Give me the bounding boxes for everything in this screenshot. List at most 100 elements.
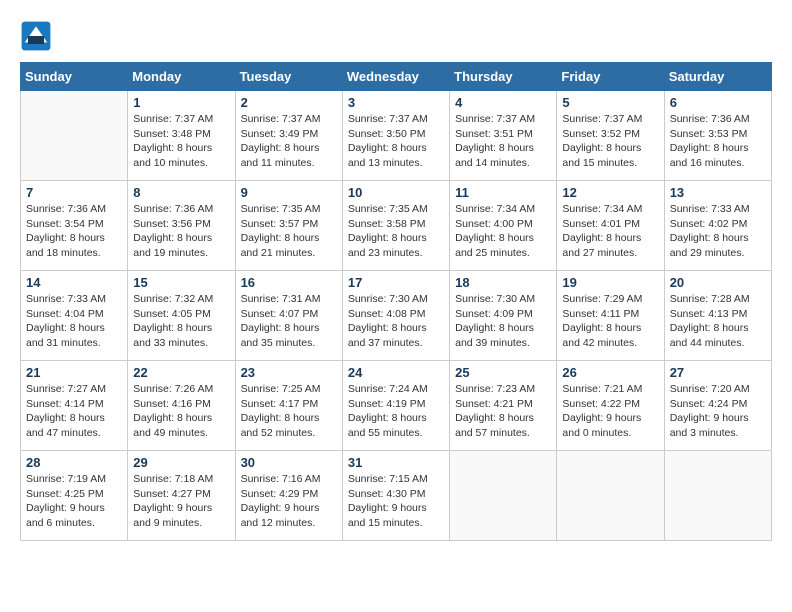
calendar-cell: 24Sunrise: 7:24 AMSunset: 4:19 PMDayligh…	[342, 361, 449, 451]
calendar-cell: 5 Sunrise: 7:37 AMSunset: 3:52 PMDaylight…	[557, 91, 664, 181]
logo-icon	[20, 20, 52, 52]
day-number: 20	[670, 275, 766, 290]
day-number: 24	[348, 365, 444, 380]
day-number: 30	[241, 455, 337, 470]
calendar-cell: 21 Sunrise: 7:27 AMSunset: 4:14 PMDayligh…	[21, 361, 128, 451]
day-number: 22	[133, 365, 229, 380]
day-number: 23	[241, 365, 337, 380]
calendar-cell: 7 Sunrise: 7:36 AMSunset: 3:54 PMDaylight…	[21, 181, 128, 271]
day-number: 18	[455, 275, 551, 290]
calendar-week-row: 7 Sunrise: 7:36 AMSunset: 3:54 PMDaylight…	[21, 181, 772, 271]
calendar-cell: 23 Sunrise: 7:25 AMSunset: 4:17 PMDayligh…	[235, 361, 342, 451]
calendar-cell: 30 Sunrise: 7:16 AMSunset: 4:29 PMDayligh…	[235, 451, 342, 541]
calendar-table: SundayMondayTuesdayWednesdayThursdayFrid…	[20, 62, 772, 541]
day-number: 4	[455, 95, 551, 110]
day-number: 25	[455, 365, 551, 380]
calendar-cell: 27Sunrise: 7:20 AMSunset: 4:24 PMDayligh…	[664, 361, 771, 451]
day-number: 10	[348, 185, 444, 200]
day-number: 15	[133, 275, 229, 290]
weekday-header: Monday	[128, 63, 235, 91]
calendar-header-row: SundayMondayTuesdayWednesdayThursdayFrid…	[21, 63, 772, 91]
day-number: 19	[562, 275, 658, 290]
calendar-cell: 4 Sunrise: 7:37 AMSunset: 3:51 PMDaylight…	[450, 91, 557, 181]
day-info: Sunrise: 7:35 AMSunset: 3:58 PMDaylight:…	[348, 202, 444, 261]
day-info: Sunrise: 7:30 AMSunset: 4:08 PMDaylight:…	[348, 292, 444, 351]
logo	[20, 20, 56, 52]
calendar-cell: 10 Sunrise: 7:35 AMSunset: 3:58 PMDayligh…	[342, 181, 449, 271]
calendar-cell: 15 Sunrise: 7:32 AMSunset: 4:05 PMDayligh…	[128, 271, 235, 361]
page-header	[20, 20, 772, 52]
weekday-header: Sunday	[21, 63, 128, 91]
calendar-cell: 9 Sunrise: 7:35 AMSunset: 3:57 PMDaylight…	[235, 181, 342, 271]
day-number: 11	[455, 185, 551, 200]
calendar-cell: 31 Sunrise: 7:15 AMSunset: 4:30 PMDayligh…	[342, 451, 449, 541]
day-number: 12	[562, 185, 658, 200]
calendar-cell	[557, 451, 664, 541]
calendar-cell	[21, 91, 128, 181]
calendar-cell: 2 Sunrise: 7:37 AMSunset: 3:49 PMDaylight…	[235, 91, 342, 181]
day-info: Sunrise: 7:37 AMSunset: 3:51 PMDaylight:…	[455, 112, 551, 171]
weekday-header: Thursday	[450, 63, 557, 91]
day-number: 26	[562, 365, 658, 380]
day-info: Sunrise: 7:32 AMSunset: 4:05 PMDaylight:…	[133, 292, 229, 351]
calendar-cell	[664, 451, 771, 541]
day-number: 29	[133, 455, 229, 470]
day-number: 31	[348, 455, 444, 470]
day-info: Sunrise: 7:29 AMSunset: 4:11 PMDaylight:…	[562, 292, 658, 351]
day-info: Sunrise: 7:37 AMSunset: 3:48 PMDaylight:…	[133, 112, 229, 171]
day-number: 9	[241, 185, 337, 200]
calendar-cell: 20 Sunrise: 7:28 AMSunset: 4:13 PMDayligh…	[664, 271, 771, 361]
day-info: Sunrise: 7:28 AMSunset: 4:13 PMDaylight:…	[670, 292, 766, 351]
calendar-cell: 6Sunrise: 7:36 AMSunset: 3:53 PMDaylight…	[664, 91, 771, 181]
day-info: Sunrise: 7:34 AMSunset: 4:01 PMDaylight:…	[562, 202, 658, 261]
day-number: 1	[133, 95, 229, 110]
day-info: Sunrise: 7:21 AMSunset: 4:22 PMDaylight:…	[562, 382, 658, 441]
day-info: Sunrise: 7:33 AMSunset: 4:04 PMDaylight:…	[26, 292, 122, 351]
day-number: 21	[26, 365, 122, 380]
day-number: 7	[26, 185, 122, 200]
day-number: 16	[241, 275, 337, 290]
calendar-cell: 18Sunrise: 7:30 AMSunset: 4:09 PMDayligh…	[450, 271, 557, 361]
weekday-header: Wednesday	[342, 63, 449, 91]
day-info: Sunrise: 7:23 AMSunset: 4:21 PMDaylight:…	[455, 382, 551, 441]
calendar-week-row: 21 Sunrise: 7:27 AMSunset: 4:14 PMDayligh…	[21, 361, 772, 451]
weekday-header: Friday	[557, 63, 664, 91]
day-info: Sunrise: 7:26 AMSunset: 4:16 PMDaylight:…	[133, 382, 229, 441]
weekday-header: Saturday	[664, 63, 771, 91]
calendar-week-row: 28Sunrise: 7:19 AMSunset: 4:25 PMDayligh…	[21, 451, 772, 541]
weekday-header: Tuesday	[235, 63, 342, 91]
calendar-cell: 14Sunrise: 7:33 AMSunset: 4:04 PMDayligh…	[21, 271, 128, 361]
calendar-cell: 29 Sunrise: 7:18 AMSunset: 4:27 PMDayligh…	[128, 451, 235, 541]
day-info: Sunrise: 7:31 AMSunset: 4:07 PMDaylight:…	[241, 292, 337, 351]
calendar-cell	[450, 451, 557, 541]
calendar-cell: 19 Sunrise: 7:29 AMSunset: 4:11 PMDayligh…	[557, 271, 664, 361]
calendar-cell: 11 Sunrise: 7:34 AMSunset: 4:00 PMDayligh…	[450, 181, 557, 271]
day-info: Sunrise: 7:20 AMSunset: 4:24 PMDaylight:…	[670, 382, 766, 441]
day-number: 8	[133, 185, 229, 200]
day-info: Sunrise: 7:16 AMSunset: 4:29 PMDaylight:…	[241, 472, 337, 531]
calendar-cell: 25 Sunrise: 7:23 AMSunset: 4:21 PMDayligh…	[450, 361, 557, 451]
calendar-cell: 1 Sunrise: 7:37 AMSunset: 3:48 PMDaylight…	[128, 91, 235, 181]
calendar-cell: 8Sunrise: 7:36 AMSunset: 3:56 PMDaylight…	[128, 181, 235, 271]
calendar-week-row: 1 Sunrise: 7:37 AMSunset: 3:48 PMDaylight…	[21, 91, 772, 181]
day-info: Sunrise: 7:19 AMSunset: 4:25 PMDaylight:…	[26, 472, 122, 531]
day-info: Sunrise: 7:36 AMSunset: 3:53 PMDaylight:…	[670, 112, 766, 171]
day-info: Sunrise: 7:18 AMSunset: 4:27 PMDaylight:…	[133, 472, 229, 531]
calendar-cell: 13Sunrise: 7:33 AMSunset: 4:02 PMDayligh…	[664, 181, 771, 271]
day-number: 2	[241, 95, 337, 110]
calendar-cell: 28Sunrise: 7:19 AMSunset: 4:25 PMDayligh…	[21, 451, 128, 541]
day-number: 5	[562, 95, 658, 110]
day-info: Sunrise: 7:36 AMSunset: 3:54 PMDaylight:…	[26, 202, 122, 261]
day-info: Sunrise: 7:27 AMSunset: 4:14 PMDaylight:…	[26, 382, 122, 441]
day-info: Sunrise: 7:34 AMSunset: 4:00 PMDaylight:…	[455, 202, 551, 261]
day-info: Sunrise: 7:15 AMSunset: 4:30 PMDaylight:…	[348, 472, 444, 531]
day-info: Sunrise: 7:33 AMSunset: 4:02 PMDaylight:…	[670, 202, 766, 261]
day-number: 3	[348, 95, 444, 110]
calendar-cell: 26 Sunrise: 7:21 AMSunset: 4:22 PMDayligh…	[557, 361, 664, 451]
day-info: Sunrise: 7:37 AMSunset: 3:52 PMDaylight:…	[562, 112, 658, 171]
day-info: Sunrise: 7:37 AMSunset: 3:49 PMDaylight:…	[241, 112, 337, 171]
day-number: 17	[348, 275, 444, 290]
day-info: Sunrise: 7:35 AMSunset: 3:57 PMDaylight:…	[241, 202, 337, 261]
calendar-cell: 12 Sunrise: 7:34 AMSunset: 4:01 PMDayligh…	[557, 181, 664, 271]
day-info: Sunrise: 7:25 AMSunset: 4:17 PMDaylight:…	[241, 382, 337, 441]
